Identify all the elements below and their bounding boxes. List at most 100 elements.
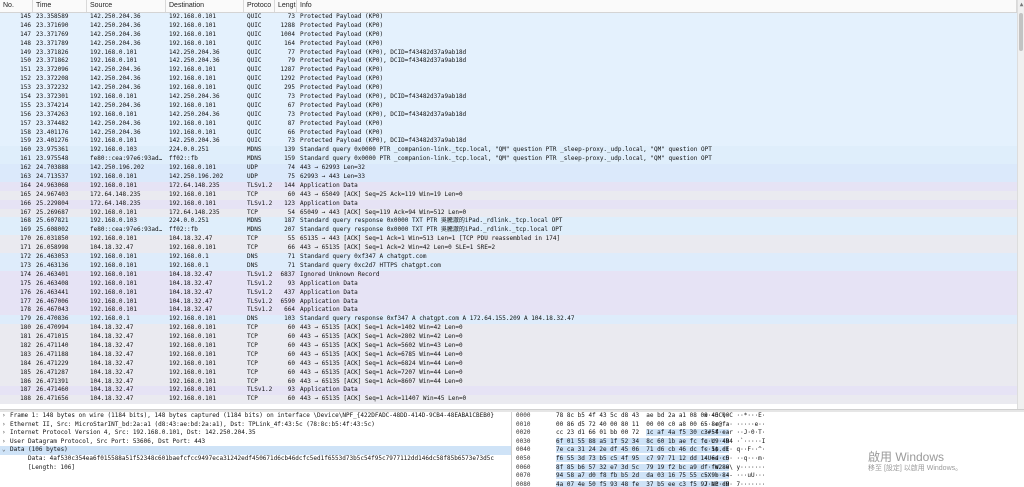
packet-row[interactable]: 153 23.372232 142.250.204.36 192.168.0.101 Q… (0, 84, 1017, 94)
packet-row[interactable]: 164 24.963068 192.168.0.101 172.64.148.235 T… (0, 181, 1017, 191)
detail-tree-item[interactable]: ⌄ Data (106 bytes) (0, 446, 511, 455)
packet-row[interactable]: 155 23.374214 142.250.204.36 192.168.0.101 Q… (0, 101, 1017, 111)
packet-row[interactable]: 176 26.463441 192.168.0.101 104.18.32.47 TLS… (0, 288, 1017, 298)
hex-ascii[interactable]: J·NP··H· 7······· (704, 481, 765, 487)
packet-row[interactable]: 174 26.463401 192.168.0.101 104.18.32.47 TLS… (0, 270, 1017, 280)
packet-row[interactable]: 150 23.371862 192.168.0.101 142.250.204.36 Q… (0, 57, 1017, 67)
packet-info: Protected Payload (KP0) (300, 39, 384, 47)
packet-time: 23.371690 (36, 21, 69, 29)
hex-ascii[interactable]: ·X·····- ···uU··· (704, 472, 765, 481)
packet-row[interactable]: 184 26.471229 104.18.32.47 192.168.0.101 TCP… (0, 359, 1017, 369)
packet-row[interactable]: 169 25.608002 fe80::cea:97e6:93ad… ff02::fb… (0, 226, 1017, 236)
hex-offset: 0020 (516, 429, 531, 437)
hex-bytes[interactable]: 8f 85 b6 57 32 e7 3d 5c 79 19 f2 bc a9 d… (556, 463, 730, 473)
packet-source: 192.168.0.101 (90, 110, 137, 118)
hex-ascii[interactable]: o·U···R4 ·`·····I (704, 438, 765, 447)
packet-row[interactable]: 161 23.975548 fe80::cea:97e6:93ad… ff02::fb… (0, 155, 1017, 165)
column-header-time[interactable]: Time (33, 0, 87, 12)
hex-bytes[interactable]: 4a 07 4e 50 f5 93 48 fe 37 b5 ee c3 f5 9… (556, 480, 730, 487)
hex-bytes[interactable]: 00 86 d5 72 40 00 80 11 00 00 c0 a8 00 6… (556, 421, 729, 430)
packet-row[interactable]: 188 26.471656 104.18.32.47 192.168.0.101 TCP… (0, 395, 1017, 405)
column-header-protocol[interactable]: Protoco (244, 0, 275, 12)
packet-row[interactable]: 182 26.471140 104.18.32.47 192.168.0.101 TCP… (0, 341, 1017, 351)
column-header-info[interactable]: Info (297, 0, 1017, 12)
packet-info: 443 → 65135 [ACK] Seq=1 Ack=11407 Win=45… (300, 395, 467, 403)
packet-row[interactable]: 151 23.372096 142.250.204.36 192.168.0.101 Q… (0, 66, 1017, 76)
column-header-length[interactable]: Lengt (275, 0, 297, 12)
packet-row[interactable]: 158 23.401176 142.250.204.36 192.168.0.101 Q… (0, 128, 1017, 138)
packet-row[interactable]: 170 26.031850 192.168.0.101 104.18.32.47 TCP… (0, 235, 1017, 245)
packet-row[interactable]: 162 24.703888 142.250.196.202 192.168.0.101… (0, 164, 1017, 174)
packet-list-scrollbar[interactable]: ▲ (1017, 0, 1024, 409)
packet-row[interactable]: 152 23.372208 142.250.204.36 192.168.0.101 Q… (0, 75, 1017, 85)
column-header-destination[interactable]: Destination (166, 0, 244, 12)
packet-row[interactable]: 166 25.229804 172.64.148.235 192.168.0.101 T… (0, 199, 1017, 209)
packet-row[interactable]: 187 26.471460 104.18.32.47 192.168.0.101 TLS… (0, 386, 1017, 396)
packet-list[interactable]: No. Time Source Destination Protoco Leng… (0, 0, 1017, 409)
packet-row[interactable]: 156 23.374263 192.168.0.101 142.250.204.36 Q… (0, 110, 1017, 120)
hex-ascii[interactable]: ·U=s··O· ··q···m· (704, 455, 765, 464)
packet-row[interactable]: 179 26.470836 192.168.0.1 192.168.0.101 DNS 1… (0, 315, 1017, 325)
collapse-chevron-icon[interactable]: › (2, 412, 10, 421)
scroll-up-arrow-icon[interactable]: ▲ (1018, 1, 1024, 9)
packet-row[interactable]: 165 24.967403 172.64.148.235 192.168.0.101 T… (0, 190, 1017, 200)
collapse-chevron-icon[interactable]: › (2, 438, 10, 447)
packet-row[interactable]: 183 26.471188 104.18.32.47 192.168.0.101 TCP… (0, 350, 1017, 360)
packet-row[interactable]: 173 26.463136 192.168.0.101 192.168.0.1 DNS 7… (0, 261, 1017, 271)
collapse-chevron-icon[interactable]: › (2, 421, 10, 430)
packet-row[interactable]: 147 23.371769 142.250.204.36 192.168.0.101 Q… (0, 30, 1017, 40)
detail-tree-item[interactable]: › Internet Protocol Version 4, Src: 192.1… (0, 429, 511, 438)
collapse-chevron-icon[interactable]: › (2, 429, 10, 438)
packet-row[interactable]: 148 23.371789 142.250.204.36 192.168.0.101 Q… (0, 39, 1017, 49)
hex-ascii[interactable]: ···r@··· ·····e·· (704, 421, 765, 430)
detail-tree-item[interactable]: Data: 4af530c354ea6f015588a51f52348c601b… (0, 455, 511, 464)
packet-row[interactable]: 186 26.471391 104.18.32.47 192.168.0.101 TCP… (0, 377, 1017, 387)
packet-length: 207 (284, 226, 295, 234)
detail-tree-item[interactable]: › Frame 1: 148 bytes on wire (1184 bits),… (0, 412, 511, 421)
packet-info: Standard query 0x0000 PTR _companion-lin… (300, 146, 712, 154)
hex-bytes[interactable]: 94 58 a7 d0 f8 fb b5 2d da 03 16 75 55 c… (556, 472, 730, 481)
detail-tree-item[interactable]: › User Datagram Protocol, Src Port: 53606… (0, 438, 511, 447)
detail-tree-item[interactable]: › Ethernet II, Src: MicroStarINT_bd:2a:a1… (0, 421, 511, 430)
column-header-no[interactable]: No. (0, 0, 33, 12)
packet-time: 23.372208 (36, 75, 69, 83)
packet-row[interactable]: 154 23.372301 192.168.0.101 142.250.204.36 Q… (0, 93, 1017, 102)
column-header-source[interactable]: Source (87, 0, 166, 12)
hex-bytes[interactable]: 6f 01 55 88 a5 1f 52 34 8c 60 1b ae fc f… (556, 437, 730, 447)
packet-row[interactable]: 178 26.467043 192.168.0.101 104.18.32.47 TLS… (0, 306, 1017, 316)
packet-length: 60 (287, 395, 295, 403)
packet-row[interactable]: 167 25.269687 192.168.0.101 172.64.148.235 T… (0, 208, 1017, 218)
packet-length: 1287 (280, 66, 295, 74)
packet-row[interactable]: 175 26.463408 192.168.0.101 104.18.32.47 TLS… (0, 279, 1017, 289)
hex-bytes[interactable]: 7e ca 31 24 2e df 45 06 71 d6 cb 46 dc f… (556, 446, 730, 455)
expand-chevron-icon[interactable]: ⌄ (2, 446, 10, 455)
packet-row[interactable]: 172 26.463053 192.168.0.101 192.168.0.1 DNS 7… (0, 253, 1017, 262)
packet-no: 145 (20, 13, 31, 20)
hex-bytes[interactable]: 78 8c b5 4f 43 5c d8 43 ae bd 2a a1 08 0… (556, 412, 729, 421)
packet-row[interactable]: 171 26.058998 104.18.32.47 192.168.0.101 TCP… (0, 244, 1017, 254)
packet-row[interactable]: 160 23.975361 192.168.0.103 224.0.0.251 MDNS… (0, 146, 1017, 156)
detail-tree-item[interactable]: [Length: 106] (0, 464, 511, 473)
packet-row[interactable]: 168 25.607821 192.168.0.103 224.0.0.251 MDNS… (0, 217, 1017, 227)
packet-row[interactable]: 163 24.713537 192.168.0.101 142.250.196.202… (0, 173, 1017, 182)
hex-ascii[interactable]: ···W2·=\ y······· (704, 464, 765, 473)
hex-ascii[interactable]: ·#·f···r ··J·0·T· (704, 429, 765, 438)
packet-row[interactable]: 177 26.467006 192.168.0.101 104.18.32.47 TLS… (0, 297, 1017, 307)
hex-offset: 0060 (516, 463, 531, 471)
packet-row[interactable]: 146 23.371690 142.250.204.36 192.168.0.101 Q… (0, 21, 1017, 31)
packet-row[interactable]: 145 23.358589 142.250.204.36 192.168.0.101 Q… (0, 13, 1017, 22)
packet-details-pane[interactable]: › Frame 1: 148 bytes on wire (1184 bits),… (0, 412, 512, 487)
hex-ascii[interactable]: x··OC\·C ··*···E· (704, 412, 765, 421)
packet-row[interactable]: 181 26.471015 104.18.32.47 192.168.0.101 TCP… (0, 333, 1017, 342)
packet-row[interactable]: 180 26.470994 104.18.32.47 192.168.0.101 TCP… (0, 324, 1017, 334)
packet-source: 142.250.204.36 (90, 39, 141, 47)
scrollbar-thumb[interactable] (1019, 13, 1023, 51)
hex-bytes[interactable]: f6 55 3d 73 b5 c5 4f 95 c7 97 71 12 dd 1… (556, 454, 730, 464)
packet-row[interactable]: 185 26.471287 104.18.32.47 192.168.0.101 TCP… (0, 368, 1017, 378)
packet-row[interactable]: 157 23.374482 142.250.204.36 192.168.0.101 Q… (0, 119, 1017, 129)
packet-row[interactable]: 149 23.371826 192.168.0.101 142.250.204.36 Q… (0, 48, 1017, 58)
packet-destination: 104.18.32.47 (169, 235, 213, 243)
hex-bytes[interactable]: cc 23 d1 66 01 bb 00 72 1c af 4a f5 30 c… (556, 429, 730, 438)
hex-ascii[interactable]: ~·1$.·E· q··F··^· (704, 446, 765, 455)
packet-row[interactable]: 159 23.401276 192.168.0.101 142.250.204.36 Q… (0, 137, 1017, 147)
